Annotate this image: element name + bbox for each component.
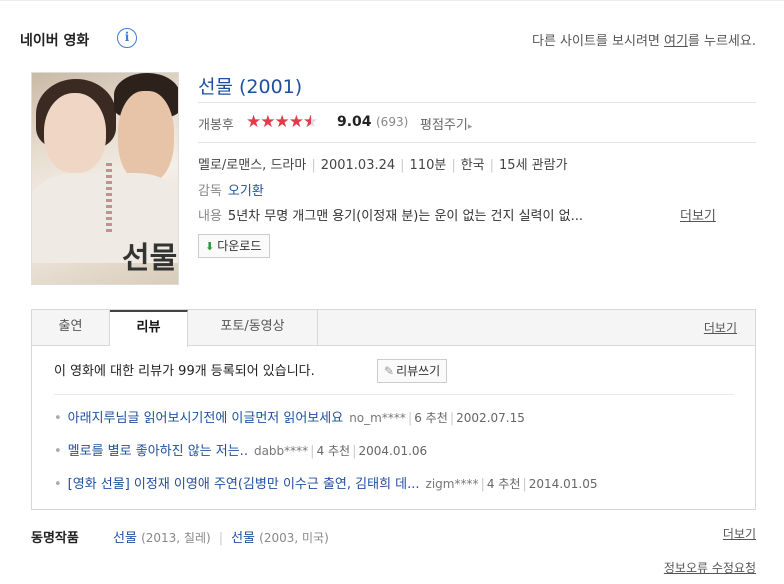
review-item: • 아래지루님글 읽어보시기전에 이글먼저 읽어보세요 no_m**** | 6 추천 |… — [54, 411, 525, 426]
review-panel: 이 영화에 대한 리뷰가 99개 등록되어 있습니다. ✎ 리뷰쓰기 • 아래지루님… — [31, 346, 756, 510]
summary-prefix: 이 영화에 대한 리뷰가 — [54, 364, 179, 379]
rate-link-label: 평점주기 — [420, 118, 468, 133]
rating-row: 개봉후 ★★★★★ 9.04 (693) 평점주기▸ — [198, 112, 756, 134]
age-rating: 15세 관람가 — [499, 158, 568, 173]
review-item: • 멜로를 별로 좋아하진 않는 저는.. dabb**** | 4 추천 | 2004.0… — [54, 444, 428, 459]
director-label: 감독 — [198, 184, 222, 199]
review-user: zigm**** — [425, 477, 479, 491]
review-date: 2002.07.15 — [456, 411, 525, 425]
review-recommend: 4 추천 — [316, 444, 351, 458]
summary-suffix: 개 등록되어 있습니다. — [194, 364, 315, 379]
movie-title[interactable]: 선물 (2001) — [198, 72, 302, 99]
review-title[interactable]: 아래지루님글 읽어보시기전에 이글먼저 읽어보세요 — [68, 411, 344, 426]
tab-cast[interactable]: 출연 — [32, 310, 110, 346]
release-date: 2001.03.24 — [320, 158, 396, 173]
tab-bar: 출연 리뷰 포토/동영상 더보기 — [31, 309, 756, 347]
plot-more-link[interactable]: 더보기 — [680, 205, 716, 224]
same-title-more-link[interactable]: 더보기 — [723, 525, 756, 542]
same-title-info: (2013, 칠레) — [141, 531, 211, 545]
genre: 멜로/로맨스, 드라마 — [198, 158, 307, 173]
tab-photo-video[interactable]: 포토/동영상 — [188, 310, 318, 346]
report-error-link[interactable]: 정보오류 수정요청 — [664, 559, 756, 576]
notice-suffix: 를 누르세요. — [687, 34, 756, 49]
bullet-icon: • — [54, 477, 62, 492]
review-title[interactable]: [영화 선물] 이정재 이영애 주연(김병만 이수근 출연, 김태희 데... — [68, 477, 420, 492]
country: 한국 — [460, 158, 485, 173]
same-title-link[interactable]: 선물 — [113, 531, 137, 546]
plot-text: 5년차 무명 개그맨 용기(이정재 분)는 운이 없는 건지 실력이 없... — [227, 209, 583, 224]
plot-label: 내용 — [198, 209, 222, 224]
review-item: • [영화 선물] 이정재 이영애 주연(김병만 이수근 출연, 김태희 데...… — [54, 477, 598, 492]
review-date: 2014.01.05 — [528, 477, 598, 491]
director-name[interactable]: 오기환 — [228, 184, 264, 199]
notice-prefix: 다른 사이트를 보시려면 — [532, 34, 664, 49]
review-date: 2004.01.06 — [358, 444, 428, 458]
same-title-works: 동명작품 선물 (2013, 칠레) | 선물 (2003, 미국) 더보기 — [31, 525, 756, 547]
notice-link[interactable]: 여기 — [664, 34, 688, 49]
download-icon: ⬇ — [205, 240, 215, 253]
poster-tagline — [106, 163, 112, 233]
poster-figure — [44, 93, 106, 173]
site-notice: 다른 사이트를 보시려면 여기를 누르세요. — [532, 30, 756, 49]
divider — [198, 142, 756, 143]
plot-row: 내용 5년차 무명 개그맨 용기(이정재 분)는 운이 없는 건지 실력이 없..… — [198, 205, 756, 224]
review-recommend: 4 추천 — [486, 477, 521, 491]
divider — [198, 102, 756, 103]
bullet-icon: • — [54, 444, 62, 459]
info-icon[interactable]: i — [117, 28, 137, 48]
write-review-label: 리뷰쓰기 — [396, 364, 441, 378]
movie-meta: 멜로/로맨스, 드라마 | 2001.03.24 | 110분 | 한국 | 15세 관람가 — [198, 158, 568, 173]
movie-poster[interactable]: 선물 — [31, 72, 179, 285]
review-user: no_m**** — [349, 411, 406, 425]
poster-title-art: 선물 — [122, 241, 178, 276]
tab-more-link[interactable]: 더보기 — [704, 319, 737, 336]
rate-link[interactable]: 평점주기▸ — [420, 114, 472, 133]
divider — [54, 394, 734, 395]
director-row: 감독 오기환 — [198, 180, 264, 199]
same-title-label: 동명작품 — [31, 531, 79, 546]
bullet-icon: • — [54, 411, 62, 426]
review-count: 99 — [178, 364, 195, 379]
same-title-list: 선물 (2013, 칠레) | 선물 (2003, 미국) — [113, 531, 329, 546]
review-title[interactable]: 멜로를 별로 좋아하진 않는 저는.. — [68, 444, 248, 459]
write-review-button[interactable]: ✎ 리뷰쓰기 — [377, 359, 448, 383]
header: 네이버 영화 i 다른 사이트를 보시려면 여기를 누르세요. — [20, 28, 756, 50]
brand-title: 네이버 영화 — [20, 33, 90, 49]
review-summary: 이 영화에 대한 리뷰가 99개 등록되어 있습니다. — [54, 360, 315, 379]
poster-figure — [118, 91, 174, 183]
review-user: dabb**** — [253, 444, 309, 458]
review-recommend: 6 추천 — [414, 411, 448, 425]
chevron-right-icon: ▸ — [467, 122, 473, 132]
rating-score: 9.04 — [337, 114, 372, 130]
tab-reviews[interactable]: 리뷰 — [110, 310, 188, 347]
same-title-link[interactable]: 선물 — [231, 531, 255, 546]
runtime: 110분 — [409, 158, 447, 173]
download-button[interactable]: ⬇ 다운로드 — [198, 234, 271, 258]
download-label: 다운로드 — [217, 239, 262, 253]
top-divider — [0, 0, 784, 1]
star-rating-icon: ★★★★★ — [246, 112, 318, 132]
same-title-info: (2003, 미국) — [259, 531, 329, 545]
pencil-icon: ✎ — [384, 364, 395, 378]
rating-label: 개봉후 — [198, 118, 234, 133]
rating-count: (693) — [376, 115, 409, 129]
